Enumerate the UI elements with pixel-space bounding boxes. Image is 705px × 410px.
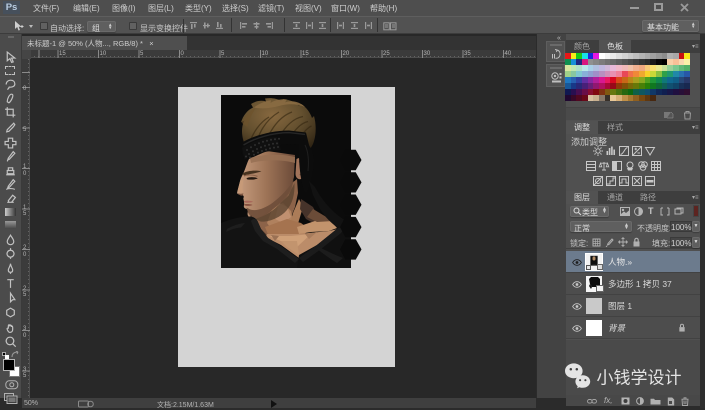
svg-text:小钱学设计: 小钱学设计 bbox=[597, 369, 682, 388]
